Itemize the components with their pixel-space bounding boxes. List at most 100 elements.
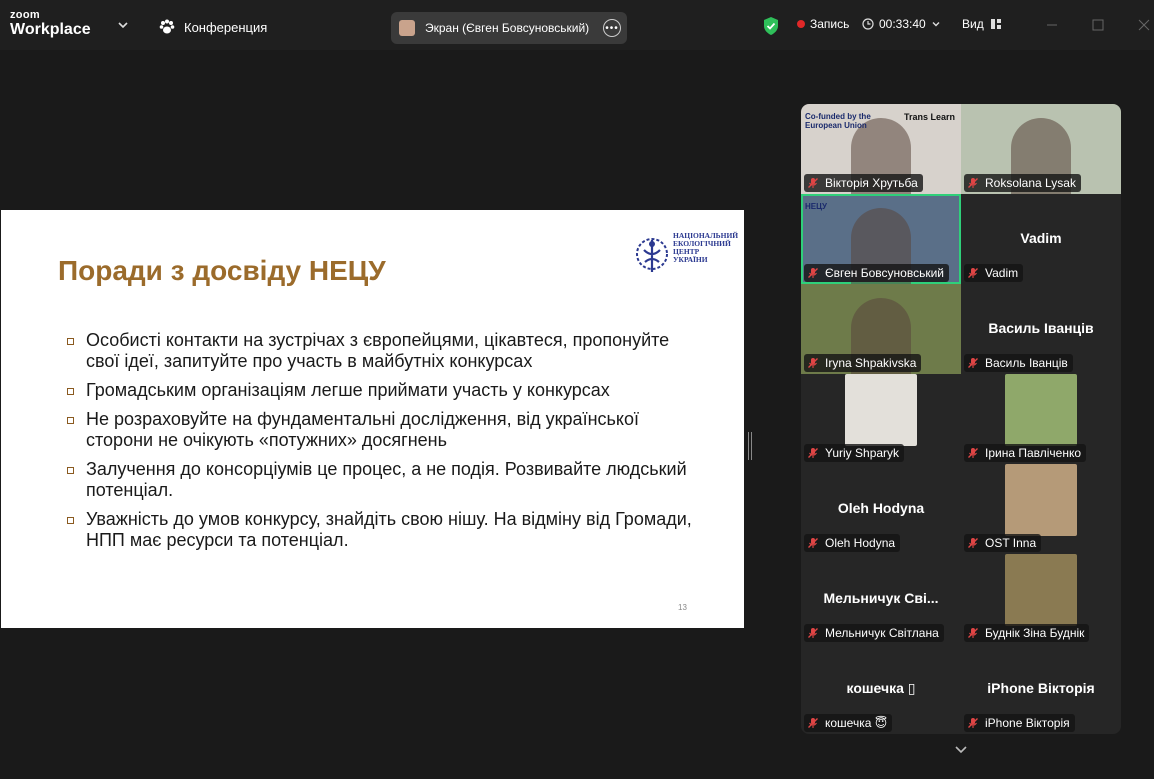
participant-video bbox=[1005, 554, 1077, 626]
mic-muted-icon bbox=[968, 718, 978, 728]
chevron-down-icon[interactable] bbox=[116, 18, 130, 32]
participant-name: Yuriy Shparyk bbox=[825, 446, 900, 460]
participant-tile[interactable]: НЕЦУ Євген Бовсуновський bbox=[801, 194, 961, 284]
title-bar: zoom Workplace Конференция Экран (Євген … bbox=[0, 0, 1154, 50]
minimize-icon[interactable] bbox=[1042, 15, 1062, 35]
recording-dot-icon bbox=[797, 20, 805, 28]
participant-name-label: Василь Іванців bbox=[964, 354, 1073, 372]
participant-name: Iryna Shpakivska bbox=[825, 356, 917, 370]
slide-title: Поради з досвіду НЕЦУ bbox=[58, 255, 386, 286]
mic-muted-icon bbox=[808, 358, 818, 368]
view-button[interactable]: Вид bbox=[962, 17, 1002, 31]
shield-check-icon[interactable] bbox=[762, 16, 780, 36]
necu-emblem-icon bbox=[636, 238, 668, 272]
grid-view-icon bbox=[990, 19, 1001, 29]
slide-bullet: Не розраховуйте на фундаментальні дослід… bbox=[65, 409, 705, 451]
participant-name-label: OST Inna bbox=[964, 534, 1042, 552]
slide-bullet: Особисті контакти на зустрічах з європей… bbox=[65, 330, 705, 372]
participant-name: Roksolana Lysak bbox=[985, 176, 1076, 190]
slide-bullet-list: Особисті контакти на зустрічах з європей… bbox=[65, 330, 705, 559]
participant-tile[interactable]: Vadim Vadim bbox=[961, 194, 1121, 284]
slide-bullet: Залучення до консорціумів це процес, а н… bbox=[65, 459, 705, 501]
zoom-logo: zoom Workplace bbox=[10, 10, 91, 38]
participant-tile[interactable]: Oleh Hodyna Oleh Hodyna bbox=[801, 464, 961, 554]
participant-name: Мельничук Світлана bbox=[825, 626, 939, 640]
logo-big-text: Workplace bbox=[10, 21, 91, 38]
participant-name-display: Vadim bbox=[1020, 230, 1062, 246]
participant-name: Вікторія Хрутьба bbox=[825, 176, 918, 190]
recording-indicator[interactable]: Запись bbox=[797, 17, 849, 31]
participant-name-label: кошечка 😇 bbox=[804, 714, 893, 732]
meeting-menu-button[interactable]: Конференция bbox=[158, 18, 267, 36]
participant-name-label: Вікторія Хрутьба bbox=[804, 174, 923, 192]
mic-muted-icon bbox=[808, 628, 818, 638]
chevron-down-icon bbox=[932, 22, 940, 27]
mic-muted-icon bbox=[968, 268, 978, 278]
recording-label: Запись bbox=[810, 17, 850, 31]
maximize-icon[interactable] bbox=[1088, 15, 1108, 35]
mic-muted-icon bbox=[808, 718, 818, 728]
bullet-square-icon bbox=[67, 517, 74, 524]
participant-name: Vadim bbox=[985, 266, 1019, 280]
participant-tile[interactable]: Co-funded by the European Union Trans Lea… bbox=[801, 104, 961, 194]
participant-name-display: Oleh Hodyna bbox=[837, 500, 925, 516]
mic-muted-icon bbox=[808, 178, 818, 188]
participant-name-display: кошечка ▯ bbox=[846, 680, 916, 696]
meeting-label: Конференция bbox=[184, 19, 268, 35]
video-banner-text: Trans Learn bbox=[903, 112, 955, 122]
participant-tile[interactable]: Ірина Павліченко bbox=[961, 374, 1121, 464]
mic-muted-icon bbox=[968, 178, 978, 188]
participant-tile[interactable]: Yuriy Shparyk bbox=[801, 374, 961, 464]
participant-video bbox=[1005, 464, 1077, 536]
mic-muted-icon bbox=[808, 538, 818, 548]
bullet-square-icon bbox=[67, 467, 74, 474]
close-icon[interactable] bbox=[1134, 15, 1154, 35]
participant-tile[interactable]: Мельничук Сві... Мельничук Світлана bbox=[801, 554, 961, 644]
participant-name: OST Inna bbox=[985, 536, 1037, 550]
meeting-timer[interactable]: 00:33:40 bbox=[862, 17, 941, 31]
slide-bullet: Уважність до умов конкурсу, знайдіть сво… bbox=[65, 509, 705, 551]
participant-name-display: iPhone Вікторія bbox=[987, 680, 1095, 696]
bullet-square-icon bbox=[67, 417, 74, 424]
shared-slide: Поради з досвіду НЕЦУ НАЦІОНАЛЬНИЙ ЕКОЛО… bbox=[1, 210, 744, 628]
resize-handle[interactable] bbox=[748, 432, 752, 460]
slide-page-number: 13 bbox=[678, 603, 687, 612]
participant-tile[interactable]: Roksolana Lysak bbox=[961, 104, 1121, 194]
participant-name-label: Vadim bbox=[964, 264, 1024, 282]
chevron-down-icon[interactable] bbox=[953, 743, 969, 757]
mic-muted-icon bbox=[968, 538, 978, 548]
participant-name-display: Василь Іванців bbox=[988, 320, 1094, 336]
participant-name-label: Євген Бовсуновський bbox=[804, 264, 949, 282]
more-options-icon[interactable]: ••• bbox=[603, 19, 621, 37]
presenter-avatar bbox=[399, 20, 415, 36]
participant-name: Євген Бовсуновський bbox=[825, 266, 944, 280]
participant-name: кошечка 😇 bbox=[825, 716, 888, 730]
participant-tile[interactable]: iPhone Вікторія iPhone Вікторія bbox=[961, 644, 1121, 734]
participant-tile[interactable]: Iryna Shpakivska bbox=[801, 284, 961, 374]
participant-gallery[interactable]: Co-funded by the European Union Trans Lea… bbox=[801, 104, 1121, 734]
mic-muted-icon bbox=[968, 358, 978, 368]
paw-icon bbox=[159, 19, 175, 34]
participant-name-label: Ірина Павліченко bbox=[964, 444, 1087, 462]
participant-name: Буднік Зіна Буднік bbox=[985, 626, 1085, 640]
participant-name: Василь Іванців bbox=[985, 356, 1068, 370]
participant-video bbox=[845, 374, 917, 446]
participant-tile[interactable]: кошечка ▯ кошечка 😇 bbox=[801, 644, 961, 734]
necu-logo-text: НАЦІОНАЛЬНИЙ ЕКОЛОГІЧНИЙ ЦЕНТР УКРАЇНИ bbox=[673, 231, 739, 264]
screen-share-pill[interactable]: Экран (Євген Бовсуновський) ••• bbox=[391, 12, 627, 44]
participant-tile[interactable]: Буднік Зіна Буднік bbox=[961, 554, 1121, 644]
participant-name-label: Yuriy Shparyk bbox=[804, 444, 905, 462]
timer-value: 00:33:40 bbox=[879, 17, 926, 31]
view-label: Вид bbox=[962, 17, 984, 31]
participant-name-display: Мельничук Сві... bbox=[823, 590, 939, 606]
necu-logo: НАЦІОНАЛЬНИЙ ЕКОЛОГІЧНИЙ ЦЕНТР УКРАЇНИ bbox=[635, 231, 739, 280]
slide-bullet: Громадським організаціям легше приймати … bbox=[65, 380, 705, 401]
participant-name-label: Oleh Hodyna bbox=[804, 534, 901, 552]
participant-tile[interactable]: Василь Іванців Василь Іванців bbox=[961, 284, 1121, 374]
bullet-square-icon bbox=[67, 338, 74, 345]
mic-muted-icon bbox=[968, 628, 978, 638]
mic-muted-icon bbox=[808, 268, 818, 278]
bullet-square-icon bbox=[67, 388, 74, 395]
participant-name-label: Мельничук Світлана bbox=[804, 624, 944, 642]
participant-tile[interactable]: OST Inna bbox=[961, 464, 1121, 554]
